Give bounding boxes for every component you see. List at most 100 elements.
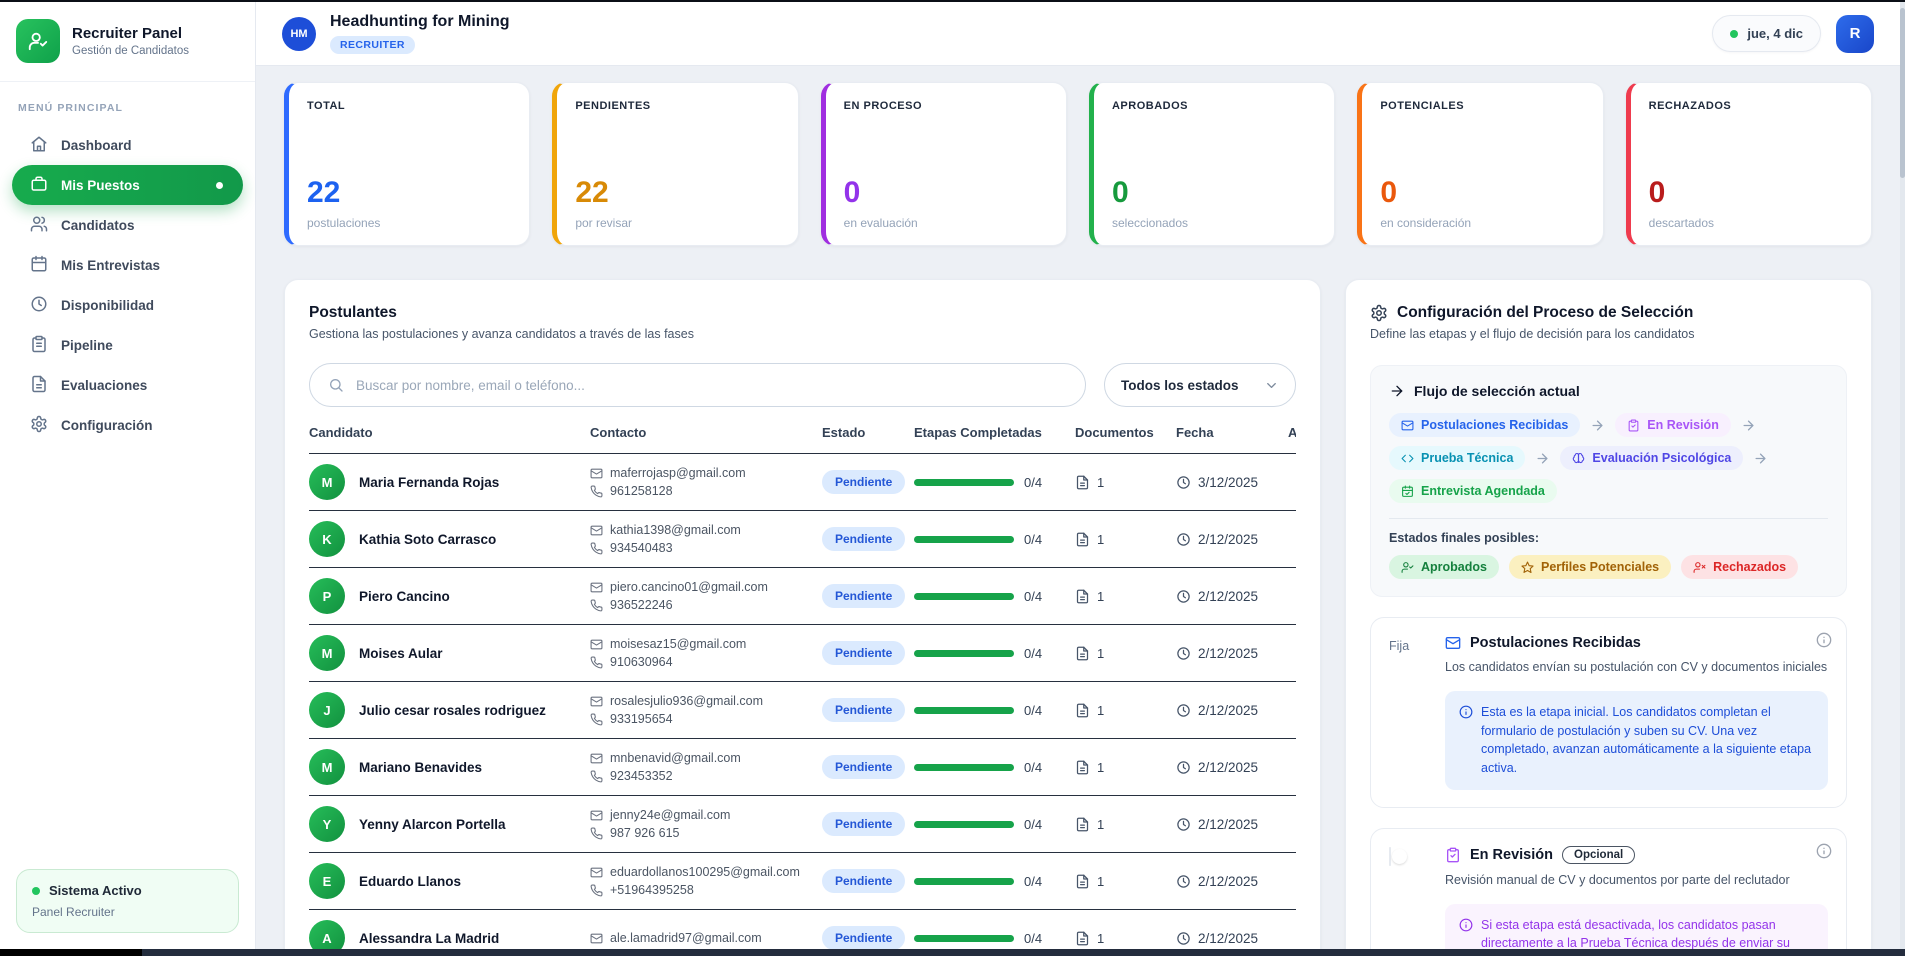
final-states: Aprobados Perfiles Potenciales Rechazado… [1389, 555, 1828, 579]
application-date: 2/12/2025 [1198, 874, 1258, 889]
final-state-badge: Perfiles Potenciales [1509, 555, 1671, 579]
top-header: HM Headhunting for Mining RECRUITER jue,… [256, 2, 1900, 66]
candidate-avatar: M [309, 464, 345, 500]
phone-icon [590, 770, 603, 783]
sidebar-item-label: Disponibilidad [61, 298, 154, 313]
job-avatar: HM [282, 17, 316, 51]
candidate-phone: 910630964 [610, 655, 673, 669]
candidate-avatar: P [309, 578, 345, 614]
candidate-phone: 923453352 [610, 769, 673, 783]
clipboard-icon [30, 335, 48, 356]
table-row[interactable]: J Julio cesar rosales rodriguez rosalesj… [309, 682, 1296, 739]
sidebar-item[interactable]: Pipeline [12, 325, 243, 365]
document-count: 1 [1097, 646, 1104, 661]
document-icon [1075, 760, 1090, 775]
window-bottom-edge [0, 949, 1905, 956]
document-icon [1075, 874, 1090, 889]
column-header: Fecha [1176, 425, 1284, 440]
candidate-name: Alessandra La Madrid [359, 931, 499, 946]
status-filter-select[interactable]: Todos los estados [1104, 363, 1296, 407]
application-date: 3/12/2025 [1198, 475, 1258, 490]
stat-value: 0 [1649, 178, 1853, 208]
stage-card-title: Postulaciones Recibidas [1470, 635, 1641, 651]
fixed-stage-tag: Fija [1389, 639, 1409, 653]
status-badge: Pendiente [822, 470, 905, 494]
date-label: jue, 4 dic [1747, 26, 1803, 41]
table-row[interactable]: M Maria Fernanda Rojas maferrojasp@gmail… [309, 454, 1296, 511]
column-header: Acciones [1288, 425, 1296, 440]
app-title: Recruiter Panel [72, 25, 189, 42]
page-title: Headhunting for Mining [330, 13, 510, 31]
sidebar-item-label: Dashboard [61, 138, 132, 153]
sidebar-item[interactable]: Mis Entrevistas [12, 245, 243, 285]
sidebar-item[interactable]: Disponibilidad [12, 285, 243, 325]
candidate-name: Yenny Alarcon Portella [359, 817, 506, 832]
search-input[interactable] [354, 377, 1067, 394]
vertical-scrollbar[interactable] [1900, 2, 1905, 949]
candidate-email: piero.cancino01@gmail.com [610, 580, 768, 594]
clipboard-check-icon [1445, 847, 1461, 863]
main-nav: Dashboard Mis Puestos Candidatos [0, 125, 255, 445]
stat-sublabel: descartados [1649, 216, 1853, 230]
sidebar-item-label: Candidatos [61, 218, 135, 233]
clock-icon [1176, 532, 1191, 547]
stages-progress-bar [914, 764, 1014, 771]
table-row[interactable]: M Mariano Benavides mnbenavid@gmail.com [309, 739, 1296, 796]
mail-icon [1445, 635, 1461, 651]
sidebar-item[interactable]: Configuración [12, 405, 243, 445]
status-badge: Pendiente [822, 698, 905, 722]
stages-count: 0/4 [1024, 703, 1042, 718]
stat-sublabel: por revisar [575, 216, 779, 230]
candidate-avatar: J [309, 692, 345, 728]
info-button[interactable] [1816, 843, 1832, 864]
flow-box: Flujo de selección actual Postulaciones … [1370, 365, 1847, 597]
sidebar-item[interactable]: Mis Puestos [12, 165, 243, 205]
app-subtitle: Gestión de Candidatos [72, 45, 189, 57]
app-logo [16, 19, 60, 63]
phone-icon [590, 542, 603, 555]
scrollbar-thumb[interactable] [1900, 8, 1905, 178]
user-avatar[interactable]: R [1836, 15, 1874, 53]
candidate-email: maferrojasp@gmail.com [610, 466, 746, 480]
sidebar-item[interactable]: Evaluaciones [12, 365, 243, 405]
sidebar-item[interactable]: Candidatos [12, 205, 243, 245]
candidate-name: Mariano Benavides [359, 760, 482, 775]
mail-icon [1401, 419, 1414, 432]
candidate-name: Julio cesar rosales rodriguez [359, 703, 546, 718]
final-state-badge: Rechazados [1681, 555, 1798, 579]
gear-icon [30, 415, 48, 436]
table-row[interactable]: A Alessandra La Madrid ale.lamadrid97@gm… [309, 910, 1296, 949]
info-button[interactable] [1816, 632, 1832, 653]
system-status-box: Sistema Activo Panel Recruiter [16, 869, 239, 933]
stage-card: Fija Postulaciones Recibidas Los candida… [1370, 617, 1847, 808]
table-row[interactable]: M Moises Aular moisesaz15@gmail.com [309, 625, 1296, 682]
clock-icon [1176, 931, 1191, 946]
table-row[interactable]: Y Yenny Alarcon Portella jenny24e@gmail.… [309, 796, 1296, 853]
table-row[interactable]: K Kathia Soto Carrasco kathia1398@gmail.… [309, 511, 1296, 568]
stages-count: 0/4 [1024, 931, 1042, 946]
candidate-name: Maria Fernanda Rojas [359, 475, 499, 490]
document-icon [1075, 931, 1090, 946]
stat-value: 0 [844, 178, 1048, 208]
table-row[interactable]: E Eduardo Llanos eduardollanos100295@gma… [309, 853, 1296, 910]
candidate-avatar: K [309, 521, 345, 557]
candidate-name: Piero Cancino [359, 589, 450, 604]
sidebar-item[interactable]: Dashboard [12, 125, 243, 165]
stat-sublabel: en evaluación [844, 216, 1048, 230]
candidate-name: Eduardo Llanos [359, 874, 461, 889]
candidate-phone: +51964395258 [610, 883, 694, 897]
stat-card: POTENCIALES 0 en consideración [1357, 82, 1603, 246]
application-date: 2/12/2025 [1198, 760, 1258, 775]
application-date: 2/12/2025 [1198, 532, 1258, 547]
stat-label: PENDIENTES [575, 100, 779, 112]
flow-arrow-icon [1535, 451, 1550, 466]
status-filter-value: Todos los estados [1121, 378, 1239, 393]
stage-note: Esta es la etapa inicial. Los candidatos… [1445, 691, 1828, 790]
stage-toggle[interactable] [1389, 847, 1391, 866]
status-title: Sistema Activo [49, 883, 142, 898]
role-badge: RECRUITER [330, 36, 415, 54]
horizontal-scrollbar-thumb[interactable] [0, 949, 142, 956]
user-check-icon [1401, 561, 1414, 574]
table-row[interactable]: P Piero Cancino piero.cancino01@gmail.co… [309, 568, 1296, 625]
stages-progress-bar [914, 935, 1014, 942]
